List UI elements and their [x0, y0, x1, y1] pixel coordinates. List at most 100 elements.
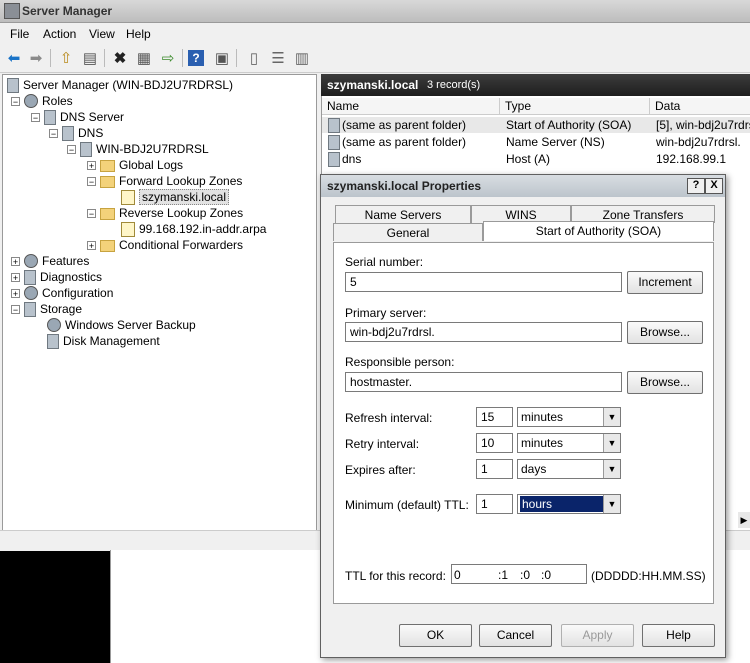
tab-general[interactable]: General: [333, 223, 483, 241]
detail-icon[interactable]: ▥: [292, 48, 312, 68]
tab-name-servers[interactable]: Name Servers: [335, 205, 471, 223]
minimum-ttl-field[interactable]: 1: [476, 494, 513, 514]
tree-features[interactable]: + Features: [11, 253, 89, 269]
tree-configuration-label: Configuration: [42, 286, 114, 300]
minimum-ttl-label: Minimum (default) TTL:: [345, 498, 469, 512]
help-caption-button[interactable]: ?: [687, 178, 705, 194]
browse-primary-button[interactable]: Browse...: [627, 321, 703, 344]
collapse-icon[interactable]: −: [11, 304, 20, 314]
tree-disk-label: Disk Management: [63, 334, 160, 348]
table-row[interactable]: (same as parent folder) Name Server (NS)…: [322, 134, 750, 150]
table-row[interactable]: (same as parent folder) Start of Authori…: [322, 117, 750, 133]
tree-reverse-zone[interactable]: 99.168.192.in-addr.arpa: [121, 221, 266, 237]
chevron-down-icon[interactable]: ▼: [603, 460, 620, 478]
tree-storage[interactable]: − Storage: [11, 301, 82, 317]
up-icon[interactable]: ⇧: [56, 48, 76, 68]
title-bar: Server Manager: [0, 0, 750, 23]
list-icon[interactable]: ☰: [268, 48, 288, 68]
expand-icon[interactable]: +: [87, 160, 96, 170]
minimum-ttl-unit-select[interactable]: hours ▼: [517, 494, 621, 514]
tree-root[interactable]: Server Manager (WIN-BDJ2U7RDRSL): [7, 77, 233, 93]
forward-icon[interactable]: ➡: [26, 48, 46, 68]
console-icon[interactable]: ▣: [212, 48, 232, 68]
server-icon[interactable]: ▯: [244, 48, 264, 68]
collapse-icon[interactable]: −: [49, 128, 58, 138]
retry-unit-value: minutes: [521, 436, 564, 450]
apply-button[interactable]: Apply: [561, 624, 634, 647]
serial-number-field[interactable]: 5: [345, 272, 622, 292]
record-name: (same as parent folder): [342, 118, 467, 132]
collapse-icon[interactable]: −: [87, 176, 96, 186]
retry-unit-select[interactable]: minutes ▼: [517, 433, 621, 453]
cancel-button[interactable]: Cancel: [479, 624, 552, 647]
column-type[interactable]: Type: [500, 98, 650, 115]
primary-server-label: Primary server:: [345, 306, 427, 320]
toolbar-separator: [104, 49, 105, 67]
refresh-interval-field[interactable]: 15: [476, 407, 513, 427]
menu-view[interactable]: View: [89, 27, 115, 41]
help-button[interactable]: Help: [642, 624, 715, 647]
properties-icon[interactable]: ▦: [134, 48, 154, 68]
tab-soa[interactable]: Start of Authority (SOA): [483, 221, 714, 241]
record-data: 192.168.99.1: [656, 152, 727, 166]
column-data[interactable]: Data: [650, 98, 750, 115]
tree-backup[interactable]: Windows Server Backup: [47, 317, 196, 333]
scroll-right-icon[interactable]: ▶: [738, 512, 750, 528]
expand-icon[interactable]: +: [11, 256, 20, 266]
tree-configuration[interactable]: + Configuration: [11, 285, 113, 301]
tree-dns[interactable]: − DNS: [49, 125, 103, 141]
chevron-down-icon[interactable]: ▼: [603, 495, 620, 513]
expand-icon[interactable]: +: [11, 288, 20, 298]
storage-icon: [24, 301, 36, 317]
tree-diagnostics[interactable]: + Diagnostics: [11, 269, 102, 285]
show-hide-tree-icon[interactable]: ▤: [80, 48, 100, 68]
collapse-icon[interactable]: −: [11, 96, 20, 106]
disk-management-icon: [47, 333, 59, 349]
menu-action[interactable]: Action: [43, 27, 76, 41]
expand-icon[interactable]: +: [11, 272, 20, 282]
features-icon: [24, 254, 38, 268]
server-manager-icon: [7, 77, 19, 93]
tree-roles[interactable]: − Roles: [11, 93, 73, 109]
browse-responsible-button[interactable]: Browse...: [627, 371, 703, 394]
tree-disk-management[interactable]: Disk Management: [47, 333, 160, 349]
record-type: Start of Authority (SOA): [506, 118, 632, 132]
expires-unit-select[interactable]: days ▼: [517, 459, 621, 479]
record-count: 3 record(s): [427, 79, 481, 91]
refresh-unit-select[interactable]: minutes ▼: [517, 407, 621, 427]
ttl-record-field[interactable]: 0 :1 :0 :0: [451, 564, 587, 584]
help-icon[interactable]: ?: [188, 50, 204, 66]
tree-dns-server[interactable]: − DNS Server: [31, 109, 124, 125]
back-icon[interactable]: ⬅: [4, 48, 24, 68]
responsible-person-field[interactable]: hostmaster.: [345, 372, 622, 392]
menu-help[interactable]: Help: [126, 27, 151, 41]
tree-global-logs[interactable]: + Global Logs: [87, 157, 183, 173]
menu-file[interactable]: File: [10, 27, 29, 41]
tree-host[interactable]: − WIN-BDJ2U7RDRSL: [67, 141, 209, 157]
record-name: (same as parent folder): [342, 135, 467, 149]
tree-zone-szymanski[interactable]: szymanski.local: [121, 189, 230, 205]
increment-button[interactable]: Increment: [627, 271, 703, 294]
delete-icon[interactable]: ✖: [110, 48, 130, 68]
tree-reverse-zones[interactable]: − Reverse Lookup Zones: [87, 205, 243, 221]
primary-server-field[interactable]: win-bdj2u7rdrsl.: [345, 322, 622, 342]
chevron-down-icon[interactable]: ▼: [603, 434, 620, 452]
collapse-icon[interactable]: −: [67, 144, 76, 154]
tree-forward-zones[interactable]: − Forward Lookup Zones: [87, 173, 242, 189]
expand-icon[interactable]: +: [87, 240, 96, 250]
chevron-down-icon[interactable]: ▼: [603, 408, 620, 426]
tree-conditional-forwarders[interactable]: + Conditional Forwarders: [87, 237, 243, 253]
toolbar-separator: [50, 49, 51, 67]
export-icon[interactable]: ⇨: [158, 48, 178, 68]
table-row[interactable]: dns Host (A) 192.168.99.1: [322, 151, 750, 167]
close-button[interactable]: X: [705, 178, 723, 194]
navigation-tree: Server Manager (WIN-BDJ2U7RDRSL) − Roles …: [2, 74, 317, 532]
refresh-interval-label: Refresh interval:: [345, 411, 433, 425]
column-name[interactable]: Name: [322, 98, 500, 115]
collapse-icon[interactable]: −: [87, 208, 96, 218]
ok-button[interactable]: OK: [399, 624, 472, 647]
collapse-icon[interactable]: −: [31, 112, 40, 122]
expires-after-field[interactable]: 1: [476, 459, 513, 479]
toolbar-separator: [182, 49, 183, 67]
retry-interval-field[interactable]: 10: [476, 433, 513, 453]
